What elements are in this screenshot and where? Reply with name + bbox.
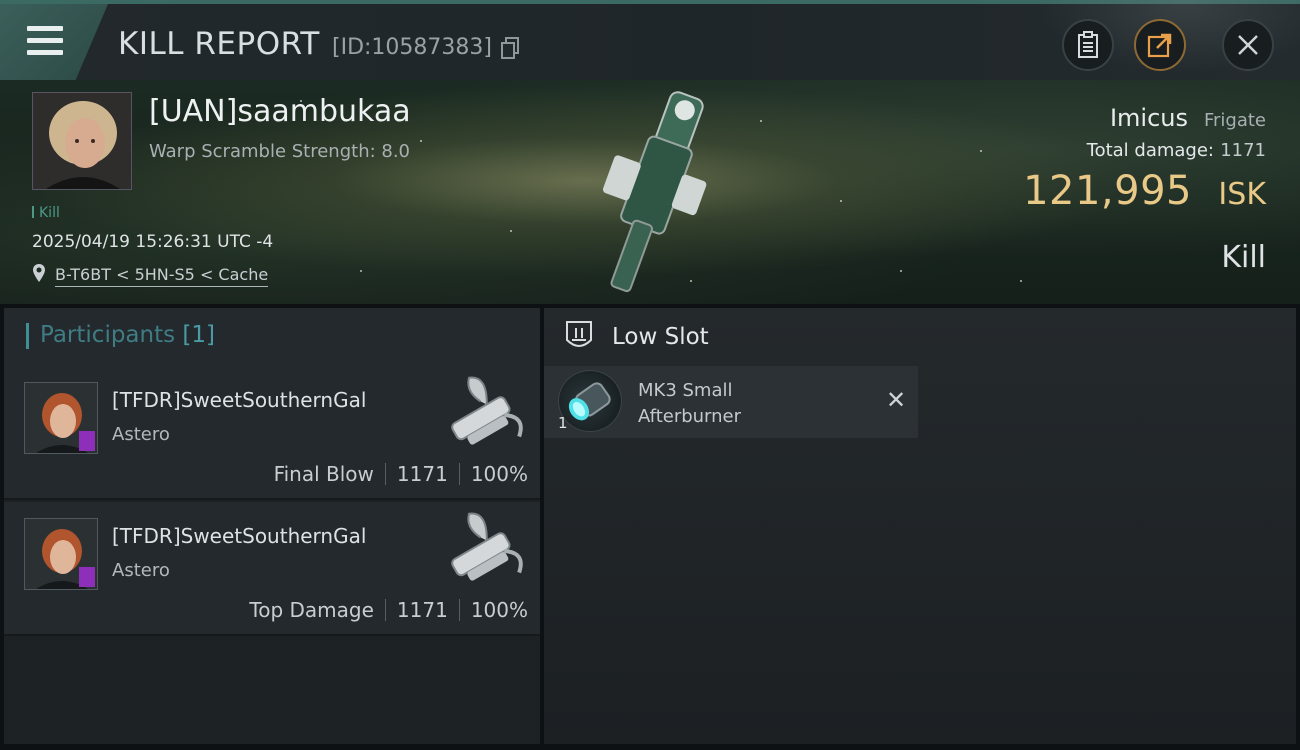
copy-icon[interactable] (500, 36, 522, 60)
menu-button[interactable] (0, 4, 108, 80)
participant-role: Final Blow (273, 462, 374, 486)
close-button[interactable] (1222, 19, 1274, 71)
stat-divider (384, 463, 386, 485)
total-damage-value: 1171 (1220, 140, 1266, 161)
participant-row[interactable]: [TFDR]SweetSouthernGal Astero Final Blow… (4, 366, 540, 500)
victim-ship-name[interactable]: Imicus (1110, 104, 1188, 132)
kill-datetime: 2025/04/19 15:26:31 UTC -4 (32, 232, 274, 252)
participants-empty-area (4, 640, 540, 744)
participant-role: Top Damage (249, 598, 374, 622)
participant-percent: 100% (470, 462, 528, 486)
isk-unit: ISK (1218, 177, 1266, 212)
slot-section-title: Low Slot (612, 324, 709, 350)
corp-badge-icon (79, 567, 95, 587)
low-slot-icon (566, 321, 592, 347)
module-item[interactable]: 1 MK3 Small Afterburner ✕ (544, 366, 918, 438)
corp-badge-icon (79, 431, 95, 451)
share-icon (1147, 33, 1172, 58)
share-button[interactable] (1134, 19, 1186, 71)
hamburger-menu-icon[interactable] (27, 26, 63, 56)
participant-ship: Astero (112, 560, 170, 581)
participant-ship-image (451, 512, 523, 581)
module-name-line2: Afterburner (638, 406, 742, 427)
participant-name[interactable]: [TFDR]SweetSouthernGal (112, 524, 366, 548)
participant-ship: Astero (112, 424, 170, 445)
fitting-panel: Low Slot 1 MK3 Small Afterburner ✕ (544, 308, 1296, 744)
top-bar: KILL REPORT [ID:10587383] (0, 0, 1300, 84)
page-title: KILL REPORT (118, 26, 320, 62)
module-name: MK3 Small Afterburner (638, 378, 741, 430)
report-id: [ID:10587383] (332, 35, 492, 60)
stat-divider (458, 463, 460, 485)
header-accent-bar (26, 323, 29, 349)
clipboard-button[interactable] (1062, 19, 1114, 71)
close-icon (1238, 35, 1258, 55)
isk-value: 121,995 (1023, 168, 1192, 214)
participant-ship-image (451, 376, 523, 445)
location-pin-icon (33, 264, 45, 282)
participants-header: Participants [1] (4, 308, 540, 366)
kill-banner: [UAN]saambukaa Warp Scramble Strength: 8… (0, 80, 1300, 304)
participants-count: [1] (182, 322, 216, 348)
participants-title: Participants [1] (40, 322, 215, 348)
participants-title-text: Participants (40, 322, 176, 348)
warp-scramble-strength: Warp Scramble Strength: 8.0 (149, 141, 411, 162)
kill-type-tag: Kill (32, 205, 60, 221)
victim-ship-class: Frigate (1203, 110, 1266, 131)
victim-ship-image (602, 91, 707, 293)
afterburner-icon (558, 370, 622, 432)
stat-divider (384, 599, 386, 621)
participant-stats: Final Blow 1171 100% (274, 462, 528, 486)
participant-percent: 100% (470, 598, 528, 622)
module-name-line1: MK3 Small (638, 380, 733, 401)
participant-portrait[interactable] (24, 518, 98, 590)
stat-divider (458, 599, 460, 621)
participant-damage: 1171 (396, 598, 448, 622)
total-damage-label: Total damage: (1086, 140, 1214, 161)
participant-damage: 1171 (396, 462, 448, 486)
module-quantity: 1 (558, 414, 568, 432)
participant-portrait[interactable] (24, 382, 98, 454)
participant-row[interactable]: [TFDR]SweetSouthernGal Astero Top Damage… (4, 502, 540, 636)
participant-stats: Top Damage 1171 100% (249, 598, 528, 622)
victim-portrait[interactable] (32, 92, 132, 190)
participant-name[interactable]: [TFDR]SweetSouthernGal (112, 388, 366, 412)
result-label: Kill (1221, 240, 1266, 275)
module-destroyed-icon: ✕ (886, 386, 907, 414)
clipboard-icon (1078, 31, 1098, 58)
participants-panel: Participants [1] [TFDR]SweetSouthernGal … (4, 308, 540, 744)
location-link[interactable]: B-T6BT < 5HN-S5 < Cache (55, 265, 269, 287)
victim-name[interactable]: [UAN]saambukaa (149, 94, 411, 129)
